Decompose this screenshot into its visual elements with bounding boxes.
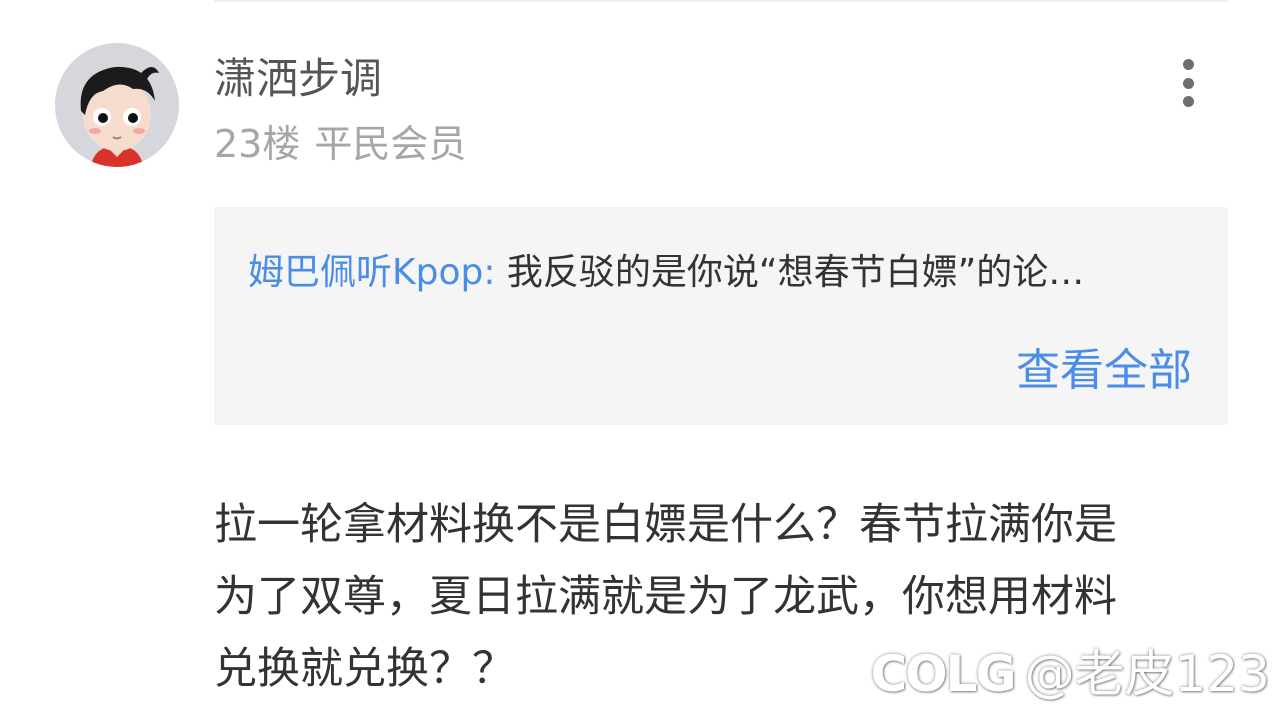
quote-line: 姆巴佩听Kpop: 我反驳的是你说“想春节白嫖”的论… xyxy=(248,251,1188,295)
vertical-dots-icon xyxy=(1182,59,1194,70)
view-all-link[interactable]: 查看全部 xyxy=(1016,345,1192,397)
quote-author-link[interactable]: 姆巴佩听Kpop: xyxy=(248,252,495,293)
vertical-dots-icon xyxy=(1182,77,1194,89)
comment-line: 拉一轮拿材料换不是白嫖是什么？春节拉满你是 xyxy=(214,500,1117,550)
floor-number: 23楼 xyxy=(214,122,301,166)
vertical-dots-icon xyxy=(1182,96,1194,107)
user-avatar[interactable] xyxy=(55,43,179,167)
watermark-handle: @老皮123 xyxy=(1024,645,1270,703)
member-level: 平民会员 xyxy=(314,122,467,166)
colg-logo: COLG xyxy=(870,645,1016,703)
quote-text: 我反驳的是你说“想春节白嫖”的论… xyxy=(495,252,1085,293)
more-options-button[interactable] xyxy=(1166,55,1210,111)
comment-page: 潇洒步调 23楼 平民会员 姆巴佩听Kpop: 我反驳的是你说“想春节白嫖”的论…… xyxy=(0,0,1284,723)
cartoon-boy-avatar-icon xyxy=(55,43,179,167)
quoted-reply: 姆巴佩听Kpop: 我反驳的是你说“想春节白嫖”的论… 查看全部 xyxy=(214,207,1228,425)
post-meta: 23楼 平民会员 xyxy=(214,121,466,167)
top-divider xyxy=(214,0,1228,2)
username[interactable]: 潇洒步调 xyxy=(214,54,382,104)
watermark: COLG @老皮123 xyxy=(870,644,1270,704)
comment-line: 为了双尊，夏日拉满就是为了龙武，你想用材料 xyxy=(214,572,1117,622)
